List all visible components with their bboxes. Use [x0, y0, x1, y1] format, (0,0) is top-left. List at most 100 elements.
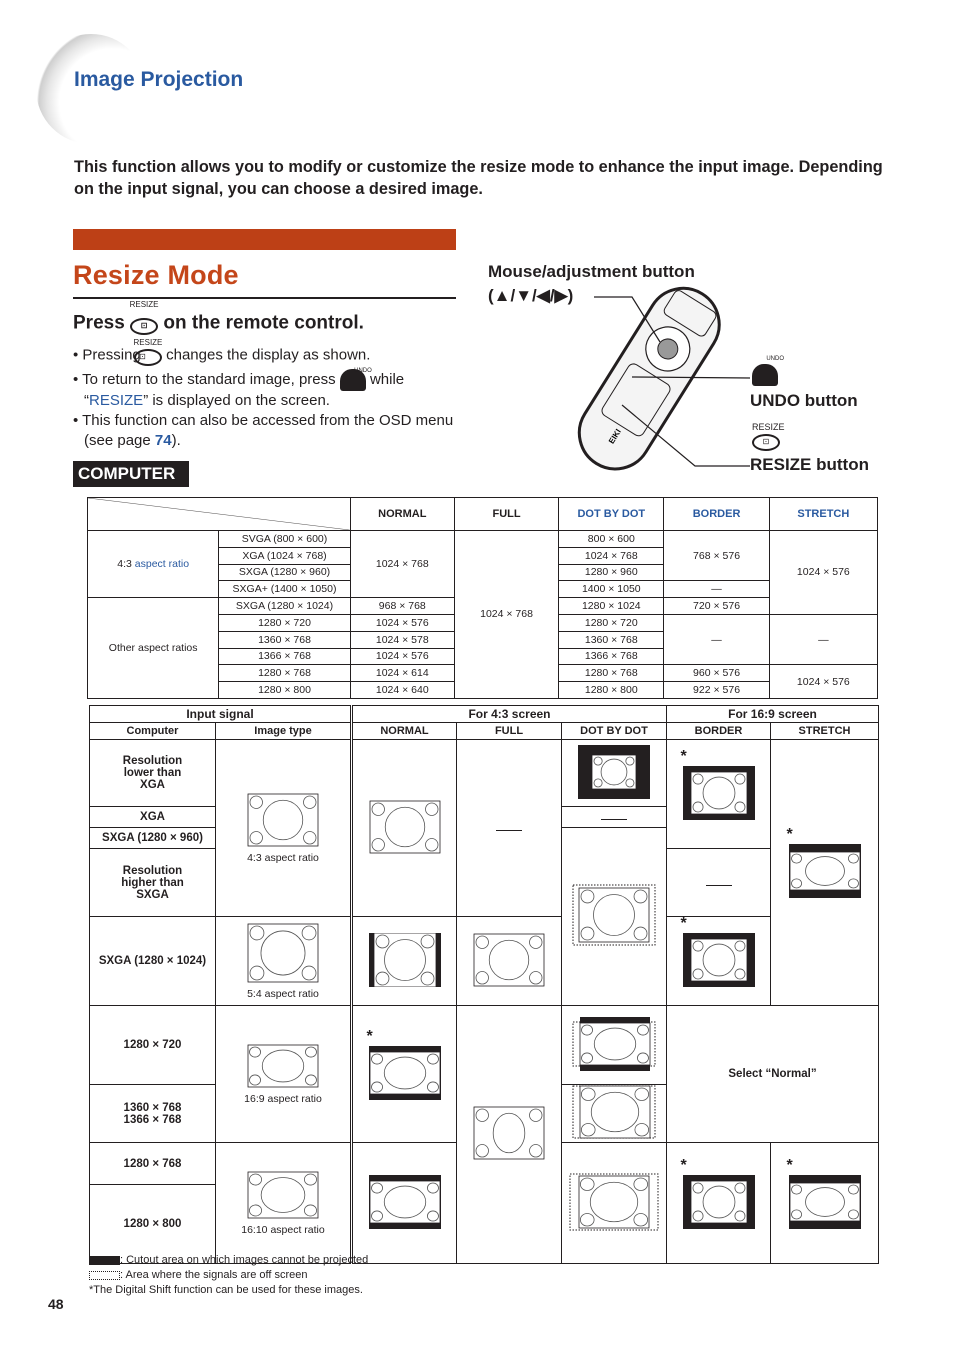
screen-diagram [473, 933, 545, 990]
legend-dotted: : Area where the signals are off screen [89, 1268, 368, 1283]
col-stretch[interactable]: STRETCH [768, 497, 879, 531]
sub-full: FULL [456, 722, 562, 740]
mouse-button-label: Mouse/adjustment button [488, 262, 695, 281]
dot-cell [561, 1005, 667, 1085]
dot-cell: 1366 × 768 [558, 647, 665, 666]
computer-cell: 1360 × 768 1366 × 768 [89, 1084, 216, 1143]
border-cell: — [663, 580, 770, 599]
press-prefix: Press [73, 312, 125, 334]
dot-cell: 1280 × 960 [558, 563, 665, 582]
stretch-cell: 1024 × 576 [768, 664, 879, 699]
stretch-cell: 1024 × 576 [768, 530, 879, 615]
dot-cell: 1280 × 720 [558, 613, 665, 632]
image-type-cell: 16:10 aspect ratio [215, 1142, 352, 1264]
aspect-ratio-link[interactable]: aspect ratio [135, 558, 189, 570]
section-title: Image Projection [74, 68, 244, 91]
col-full: FULL [453, 497, 560, 531]
computer-tag: COMPUTER [73, 461, 189, 487]
normal-cell [350, 1142, 457, 1264]
stretch-cell: * [770, 1142, 879, 1264]
screen-diagram [788, 844, 861, 901]
heading-rule [73, 297, 456, 299]
input-cell: 1366 × 768 [218, 647, 351, 666]
select-normal-cell: Select “Normal” [666, 1005, 879, 1143]
normal-cell [350, 739, 457, 917]
screen-diagram [682, 1174, 755, 1232]
image-type-cell: 5:4 aspect ratio [215, 916, 352, 1006]
screen-diagram [572, 884, 656, 949]
screen-diagram [572, 1085, 656, 1142]
border-cell: 960 × 576 [663, 664, 770, 683]
for-4-3-header: For 4:3 screen [350, 705, 667, 723]
for-16-9-header: For 16:9 screen [666, 705, 879, 723]
sub-normal: NORMAL [350, 722, 457, 740]
screen-diagram [578, 744, 650, 802]
screen-diagram [368, 1174, 441, 1232]
full-cell [456, 739, 562, 917]
dot-cell: 1400 × 1050 [558, 580, 665, 599]
input-cell: XGA (1024 × 768) [218, 546, 351, 565]
image-type-cell: 16:9 aspect ratio [215, 1005, 352, 1143]
computer-cell: SXGA (1280 × 960) [89, 827, 216, 849]
stretch-cell: * [770, 739, 879, 1006]
resize-button-label: RESIZE button [750, 455, 869, 474]
border-cell [666, 848, 771, 917]
table-header-row: NORMAL FULL DOT BY DOT BORDER STRETCH [87, 497, 879, 531]
normal-cell: 1024 × 576 [349, 647, 455, 666]
computer-cell: Resolution higher than SXGA [89, 848, 216, 917]
bullet-list: • Pressing RESIZE ⊡ changes the display a… [73, 338, 458, 451]
dot-cell [561, 806, 667, 828]
screen-diagram [369, 800, 441, 857]
normal-cell: 1024 × 768 [349, 529, 455, 599]
normal-cell: 968 × 768 [349, 597, 455, 615]
full-cell: 1024 × 768 [453, 530, 560, 699]
dot-cell [561, 1142, 667, 1264]
bullet-1: • Pressing RESIZE ⊡ changes the display a… [73, 338, 458, 366]
resize-link[interactable]: RESIZE [89, 392, 143, 409]
dotted-swatch [89, 1270, 120, 1280]
dot-cell [561, 827, 667, 1006]
group-other: Other aspect ratios [86, 597, 220, 699]
legend: : Cutout area on which images cannot be … [89, 1253, 368, 1298]
col-border[interactable]: BORDER [663, 497, 770, 531]
resize-button-icon: RESIZE ⊡ [130, 300, 159, 335]
computer-cell: 1280 × 800 [89, 1184, 216, 1264]
press-instruction: Press RESIZE ⊡ on the remote control. [73, 300, 364, 335]
normal-cell: 1024 × 578 [349, 630, 455, 649]
normal-cell [350, 916, 457, 1006]
border-cell: 768 × 576 [663, 529, 770, 582]
input-cell: SXGA (1280 × 960) [218, 563, 351, 582]
input-cell: 1360 × 768 [218, 630, 351, 649]
computer-cell: 1280 × 720 [89, 1005, 216, 1085]
computer-cell: SXGA (1280 × 1024) [89, 916, 216, 1006]
col-dot-by-dot[interactable]: DOT BY DOT [558, 497, 665, 531]
dash [496, 830, 522, 831]
screen-diagram [247, 1044, 319, 1091]
legend-note: *The Digital Shift function can be used … [89, 1284, 363, 1296]
dash [705, 884, 732, 886]
dot-cell: 1280 × 768 [558, 664, 665, 683]
computer-cell: XGA [89, 806, 216, 828]
page-heading: Resize Mode [73, 260, 239, 290]
screen-diagram [572, 1016, 656, 1074]
normal-cell: * [350, 1005, 457, 1143]
image-type-cell: 4:3 aspect ratio [215, 739, 352, 917]
resolution-table: NORMAL FULL DOT BY DOT BORDER STRETCH 4:… [86, 497, 879, 699]
display-modes-table: Input signal For 4:3 screen For 16:9 scr… [89, 705, 879, 1264]
input-cell: SXGA+ (1400 × 1050) [218, 580, 351, 599]
group-4-3: 4:3 aspect ratio [86, 529, 220, 599]
dash [601, 819, 627, 820]
full-cell [456, 1005, 562, 1264]
resize-small-label: RESIZE [752, 422, 785, 432]
border-cell: — [663, 613, 770, 666]
page-link[interactable]: 74 [155, 432, 172, 449]
corner-cell [87, 497, 351, 531]
screen-diagram [569, 1173, 659, 1234]
screen-diagram [682, 932, 755, 990]
dot-cell: 1360 × 768 [558, 630, 665, 649]
screen-diagram [368, 932, 441, 990]
border-cell: * [666, 915, 771, 1006]
sub-border: BORDER [666, 722, 771, 740]
col-normal: NORMAL [349, 497, 455, 531]
stretch-cell: — [768, 613, 879, 666]
